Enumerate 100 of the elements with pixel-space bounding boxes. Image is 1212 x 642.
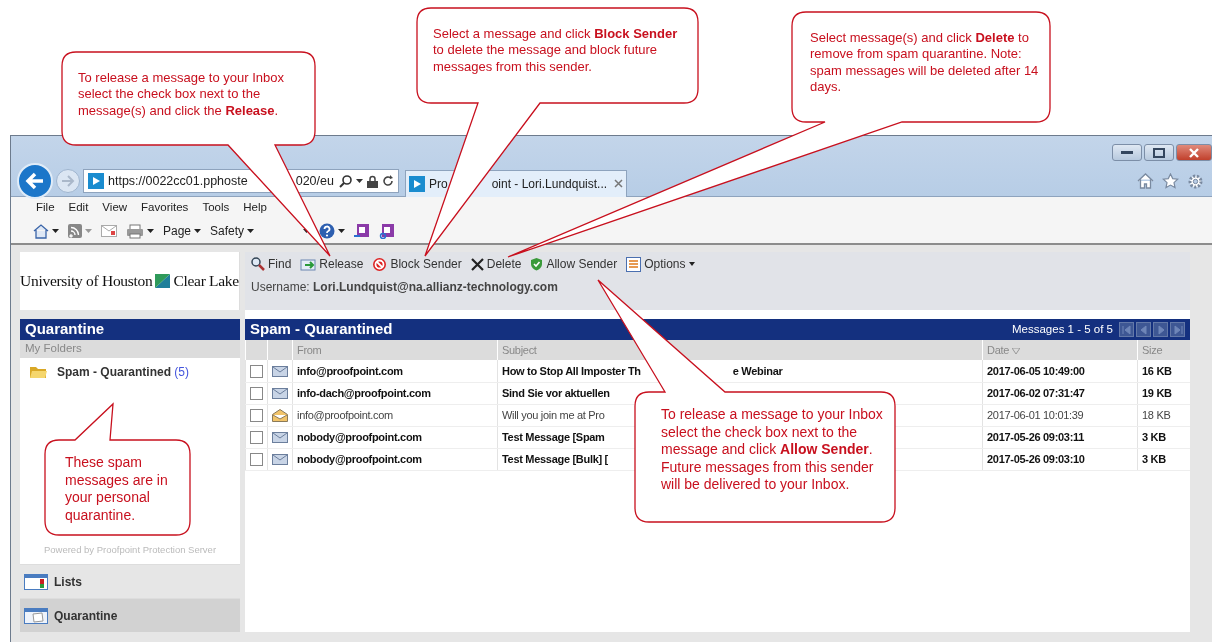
search-icon: [251, 257, 265, 271]
x-icon: [470, 257, 484, 271]
print-menu[interactable]: [126, 223, 154, 239]
toolbar-button[interactable]: Allow Sender: [530, 255, 618, 273]
paging-button[interactable]: [1136, 322, 1151, 337]
command-menu[interactable]: Page: [163, 222, 202, 240]
caret-icon: [338, 229, 346, 233]
refresh-icon[interactable]: [382, 175, 394, 187]
callout-text: Select a message and click Block Sender to delete the message and block future messages from this sender.: [433, 26, 679, 75]
caret-icon: [194, 229, 202, 233]
folder-item[interactable]: Spam - Quarantined (5): [30, 363, 230, 381]
toolbar-button[interactable]: Find: [251, 255, 292, 273]
caret-icon: [52, 229, 59, 233]
username-text: Username: Lori.Lundquist@na.allianz-technology.com: [251, 279, 559, 296]
subject-text: Sind Sie vor aktuellen: [502, 386, 610, 399]
mail-icon[interactable]: [101, 225, 117, 237]
sidebar-nav-item[interactable]: Quarantine: [20, 598, 240, 632]
close-icon[interactable]: [614, 179, 623, 188]
home-menu[interactable]: [33, 223, 59, 239]
paging-text: Messages 1 - 5 of 5: [1012, 321, 1113, 337]
menu-item[interactable]: File: [29, 199, 62, 217]
sidebar-title: Quarantine: [20, 319, 240, 340]
lists-icon: [24, 573, 48, 590]
home-icon[interactable]: [1137, 173, 1154, 189]
site-icon: [88, 173, 104, 189]
checkbox[interactable]: [250, 431, 263, 445]
sender-cell: nobody@proofpoint.com: [292, 426, 498, 448]
sender-cell: info-dach@proofpoint.com: [292, 382, 498, 404]
prohibit-icon: [372, 256, 388, 272]
notebook-icon[interactable]: [354, 223, 371, 239]
star-icon[interactable]: [1162, 173, 1179, 189]
printer-icon: [126, 223, 144, 239]
date-cell: 2017-06-01 10:01:39: [982, 404, 1138, 426]
caret-icon: [688, 262, 695, 266]
lock-icon: [367, 174, 378, 188]
feed-icon: [68, 224, 82, 238]
sender-cell: nobody@proofpoint.com: [292, 448, 498, 470]
menu-item[interactable]: Edit: [61, 199, 96, 217]
toolbar-button[interactable]: Block Sender: [372, 255, 462, 273]
sort-icon: [1011, 347, 1020, 354]
paging-button[interactable]: [1153, 322, 1168, 337]
sender-cell: info@proofpoint.com: [292, 404, 498, 426]
menu-item[interactable]: Favorites: [134, 199, 196, 217]
arrow-icon: [1120, 323, 1133, 336]
date-cell: 2017-06-05 10:49:00: [982, 360, 1138, 382]
checkbox[interactable]: [250, 453, 263, 467]
size-cell: 19 KB: [1137, 382, 1190, 404]
tab-title: oint - Lori.Lundquist...: [491, 175, 608, 193]
minimize-button[interactable]: [1112, 144, 1142, 161]
university-logo: University of Houston Clear Lake: [20, 252, 240, 310]
toolbar-button[interactable]: Delete: [470, 255, 522, 273]
subject-text: Test Message [Bulk] [: [502, 452, 608, 465]
help-menu[interactable]: [319, 223, 346, 239]
back-button[interactable]: [17, 163, 53, 199]
close-button[interactable]: [1176, 144, 1212, 161]
size-cell: 3 KB: [1137, 426, 1190, 448]
address-text: https://0022cc01.pphoste: [108, 172, 248, 190]
paging-button[interactable]: [1119, 322, 1134, 337]
toolbar-button[interactable]: Options: [626, 255, 695, 273]
date-cell: 2017-06-02 07:31:47: [982, 382, 1138, 404]
subject-text: How to Stop All Imposter Th: [502, 364, 641, 377]
caret-icon: [247, 229, 255, 233]
paging-button[interactable]: [1170, 322, 1185, 337]
search-icon: [339, 174, 352, 188]
sender-cell: info@proofpoint.com: [292, 360, 498, 382]
date-cell: 2017-05-26 09:03:10: [982, 448, 1138, 470]
settings-icon[interactable]: [1187, 172, 1204, 190]
close-icon: [1188, 146, 1200, 159]
subject-text: Test Message [Spam: [502, 430, 605, 443]
checkbox[interactable]: [250, 409, 263, 423]
callout-text: Select message(s) and click Delete to remove from spam quarantine. Note: spam messages will be deleted after 14 days.: [810, 30, 1040, 95]
subject-text: e Webinar: [732, 364, 783, 377]
site-icon: [409, 175, 425, 192]
toolbar-button[interactable]: Release: [300, 255, 364, 273]
callout-text: To release a message to your Inbox select the check box next to the message and click Allow Sender. Future messages from this sender will be delivered to your Inbox.: [661, 406, 883, 494]
address-text: 020/eu: [295, 172, 334, 190]
minimize-icon: [1121, 150, 1133, 155]
size-cell: 16 KB: [1137, 360, 1190, 382]
maximize-button[interactable]: [1144, 144, 1174, 161]
callout-text: To release a message to your Inbox select the check box next to the message(s) and click the Release.: [78, 70, 285, 119]
checkbox[interactable]: [250, 365, 263, 379]
feeds-menu[interactable]: [68, 224, 92, 238]
menu-item[interactable]: View: [95, 199, 135, 217]
command-menu[interactable]: Safety: [210, 222, 255, 240]
logo-mark-icon: [155, 274, 171, 288]
list-icon: [626, 256, 642, 272]
menu-item[interactable]: Help: [236, 199, 274, 217]
help-icon: [319, 223, 336, 239]
notebook-icon[interactable]: [379, 223, 396, 239]
checkbox[interactable]: [250, 387, 263, 401]
caret-icon: [356, 179, 363, 183]
section-label: My Folders: [20, 340, 240, 358]
back-arrow-icon: [25, 172, 45, 190]
folder-icon: [30, 366, 47, 378]
caret-icon: [147, 229, 154, 233]
forward-arrow-icon: [61, 175, 75, 187]
menu-item[interactable]: Tools: [195, 199, 237, 217]
home-icon: [33, 223, 49, 239]
tab-title: Pro: [429, 175, 448, 193]
size-cell: 3 KB: [1137, 448, 1190, 470]
